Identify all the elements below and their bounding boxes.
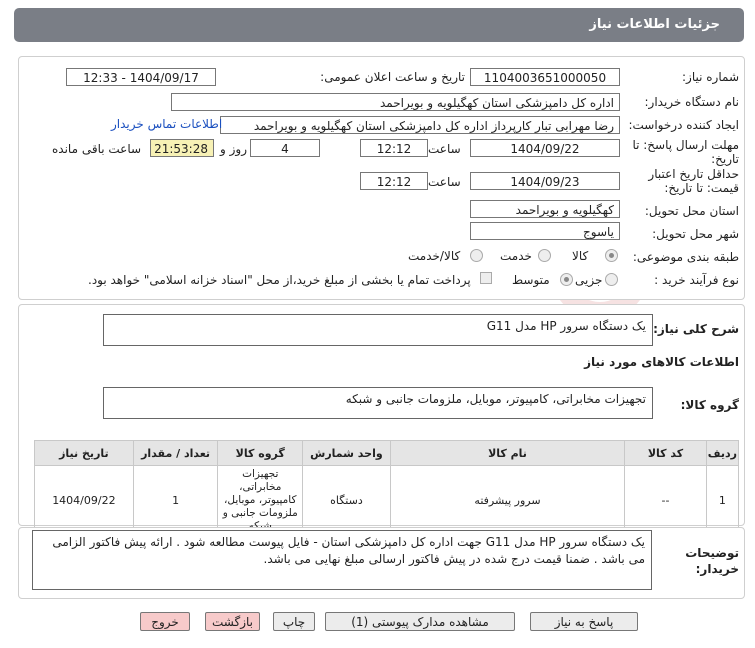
process-radio-medium[interactable] — [560, 273, 573, 286]
cell-quantity: 1 — [132, 465, 219, 536]
category-radio-service[interactable] — [538, 249, 551, 262]
col-header-row: ردیف — [705, 440, 740, 466]
category-label: طبقه بندی موضوعی: — [632, 250, 739, 264]
description-label: شرح کلی نیاز: — [653, 322, 739, 336]
process-minor-label: جزیی — [575, 273, 603, 287]
creator-label: ایجاد کننده درخواست: — [628, 118, 739, 132]
treasury-payment-checkbox[interactable] — [480, 272, 492, 284]
treasury-payment-text: پرداخت تمام یا بخشی از مبلغ خرید،از محل … — [88, 273, 471, 287]
category-goods-label: کالا — [572, 249, 589, 263]
announce-label: تاریخ و ساعت اعلان عمومی: — [320, 70, 465, 84]
validity-time-label: ساعت — [428, 175, 461, 189]
col-header-qty: تعداد / مقدار — [132, 440, 219, 466]
creator-field[interactable]: رضا مهرابی تبار کارپرداز اداره کل دامپزش… — [220, 116, 620, 134]
category-radio-goods[interactable] — [605, 249, 618, 262]
col-header-code: کد کالا — [624, 440, 707, 466]
need-number-label: شماره نیاز: — [682, 70, 739, 84]
items-table: ردیف کد کالا نام کالا واحد شمارش گروه کا… — [34, 440, 740, 536]
process-medium-label: متوسط — [512, 273, 550, 287]
deadline-time-field[interactable]: 12:12 — [360, 139, 428, 157]
validity-time-field[interactable]: 12:12 — [360, 172, 428, 190]
page-title: جزئیات اطلاعات نیاز — [589, 17, 720, 32]
col-header-group: گروه کالا — [217, 440, 304, 466]
announce-field[interactable]: 1404/09/17 - 12:33 — [66, 68, 216, 86]
category-service-label: خدمت — [500, 249, 532, 263]
buyer-label: نام دستگاه خریدار: — [644, 95, 740, 109]
remaining-label: ساعت باقی مانده — [52, 142, 142, 156]
view-attachments-button[interactable]: مشاهده مدارک پیوستی (1) — [325, 612, 515, 631]
cell-row-number: 1 — [705, 465, 740, 536]
back-button[interactable]: بازگشت — [205, 612, 260, 631]
deadline-label: مهلت ارسال پاسخ: تا تاریخ: — [632, 138, 739, 166]
goods-group-label: گروه کالا: — [680, 398, 739, 412]
contact-buyer-link[interactable]: اطلاعات تماس خریدار — [111, 117, 222, 131]
deadline-date-field[interactable]: 1404/09/22 — [470, 139, 620, 157]
cell-name: سرور پیشرفته — [389, 465, 626, 536]
col-header-unit: واحد شمارش — [302, 440, 391, 466]
buyer-field[interactable]: اداره کل دامپزشکی استان کهگیلویه و بویرا… — [171, 93, 620, 111]
validity-label: حداقل تاریخ اعتبار قیمت: تا تاریخ: — [648, 167, 739, 195]
category-goods-service-label: کالا/خدمت — [408, 249, 461, 263]
col-header-date: تاریخ نیاز — [34, 440, 134, 466]
page-header: جزئیات اطلاعات نیاز — [14, 8, 744, 42]
cell-date: 1404/09/22 — [34, 465, 134, 536]
city-label: شهر محل تحویل: — [652, 227, 739, 241]
description-field[interactable]: یک دستگاه سرور HP مدل G11 — [103, 314, 653, 346]
category-radio-goods-service[interactable] — [470, 249, 483, 262]
table-row[interactable]: 1 -- سرور پیشرفته دستگاه تجهیزات مخابرات… — [34, 465, 740, 536]
city-field[interactable]: یاسوج — [470, 222, 620, 240]
cell-group: تجهیزات مخابراتی، کامپیوتر، موبایل، ملزو… — [217, 465, 304, 536]
process-radio-minor[interactable] — [605, 273, 618, 286]
days-field[interactable]: 4 — [250, 139, 320, 157]
buyer-notes-field[interactable]: یک دستگاه سرور HP مدل G11 جهت اداره کل د… — [32, 530, 652, 590]
buyer-notes-label: توضیحات خریدار: — [685, 546, 739, 576]
reply-button[interactable]: پاسخ به نیاز — [530, 612, 638, 631]
cell-unit: دستگاه — [302, 465, 391, 536]
process-label: نوع فرآیند خرید : — [654, 273, 739, 287]
goods-group-field[interactable]: تجهیزات مخابراتی، کامپیوتر، موبایل، ملزو… — [103, 387, 653, 419]
validity-date-field[interactable]: 1404/09/23 — [470, 172, 620, 190]
cell-code: -- — [624, 465, 707, 536]
province-field[interactable]: کهگیلویه و بویراحمد — [470, 200, 620, 218]
goods-info-title: اطلاعات کالاهای مورد نیاز — [584, 355, 739, 369]
exit-button[interactable]: خروج — [140, 612, 190, 631]
print-button[interactable]: چاپ — [273, 612, 315, 631]
need-number-field[interactable]: 1104003651000050 — [470, 68, 620, 86]
days-label: روز و — [220, 142, 247, 156]
deadline-time-label: ساعت — [428, 142, 461, 156]
province-label: استان محل تحویل: — [644, 204, 739, 218]
table-header-row: ردیف کد کالا نام کالا واحد شمارش گروه کا… — [34, 440, 740, 466]
col-header-name: نام کالا — [389, 440, 626, 466]
remaining-time-field: 21:53:28 — [150, 139, 214, 157]
